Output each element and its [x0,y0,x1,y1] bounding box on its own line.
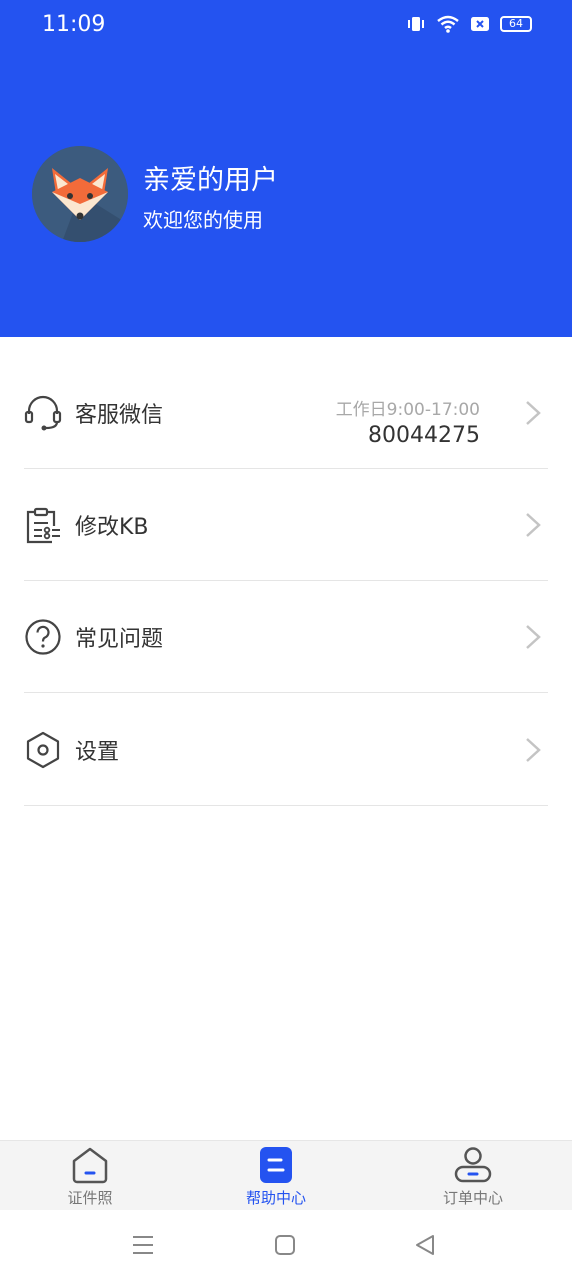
menu-label-faq: 常见问题 [75,626,164,652]
tab-order-center[interactable]: 订单中心 [413,1141,533,1211]
tab-label-help-center: 帮助中心 [245,1189,306,1207]
menu-label-customer-service: 客服微信 [75,402,164,428]
chevron-right-icon [526,400,541,425]
system-nav-bar [0,1210,572,1280]
help-doc-icon [260,1147,292,1183]
bottom-nav: 证件照 帮助中心 订单中心 [0,1140,572,1210]
status-icons: 64 [406,14,532,34]
welcome-text: 欢迎您的使用 [143,208,263,232]
menu-label-settings: 设置 [75,739,120,765]
tab-id-photo[interactable]: 证件照 [30,1141,150,1211]
menu-label-modify-kb: 修改KB [75,514,149,540]
home-icon [72,1147,108,1184]
tab-label-id-photo: 证件照 [67,1189,113,1207]
back-icon[interactable] [412,1232,438,1258]
menu-icon[interactable] [130,1232,156,1258]
question-icon [25,618,61,655]
status-time: 11:09 [42,12,106,37]
user-name: 亲爱的用户 [143,165,278,196]
chevron-right-icon [526,624,541,649]
menu-item-faq[interactable]: 常见问题 [24,581,548,693]
menu-item-modify-kb[interactable]: 修改KB [24,469,548,581]
vibrate-icon [408,17,424,31]
chevron-right-icon [526,737,541,762]
fox-avatar-icon [32,146,128,242]
service-number: 80044275 [368,423,480,448]
headset-icon [24,395,62,430]
profile-header: 11:09 64 亲爱的用户 欢迎您的使用 [0,0,572,337]
sim-x-icon [471,17,489,31]
menu-item-customer-service[interactable]: 客服微信 工作日9:00-17:00 80044275 [24,357,548,469]
working-hours: 工作日9:00-17:00 [335,400,480,420]
wifi-icon [437,15,459,33]
tab-help-center[interactable]: 帮助中心 [216,1141,336,1211]
tab-label-order-center: 订单中心 [442,1189,503,1207]
battery-indicator: 64 [500,16,532,32]
user-icon [454,1147,492,1183]
menu-item-settings[interactable]: 设置 [24,694,548,806]
avatar[interactable] [32,146,128,242]
clipboard-icon [26,507,60,543]
home-button-icon[interactable] [272,1232,298,1258]
hexagon-settings-icon [26,731,60,768]
status-bar: 11:09 64 [0,0,572,50]
chevron-right-icon [526,512,541,537]
